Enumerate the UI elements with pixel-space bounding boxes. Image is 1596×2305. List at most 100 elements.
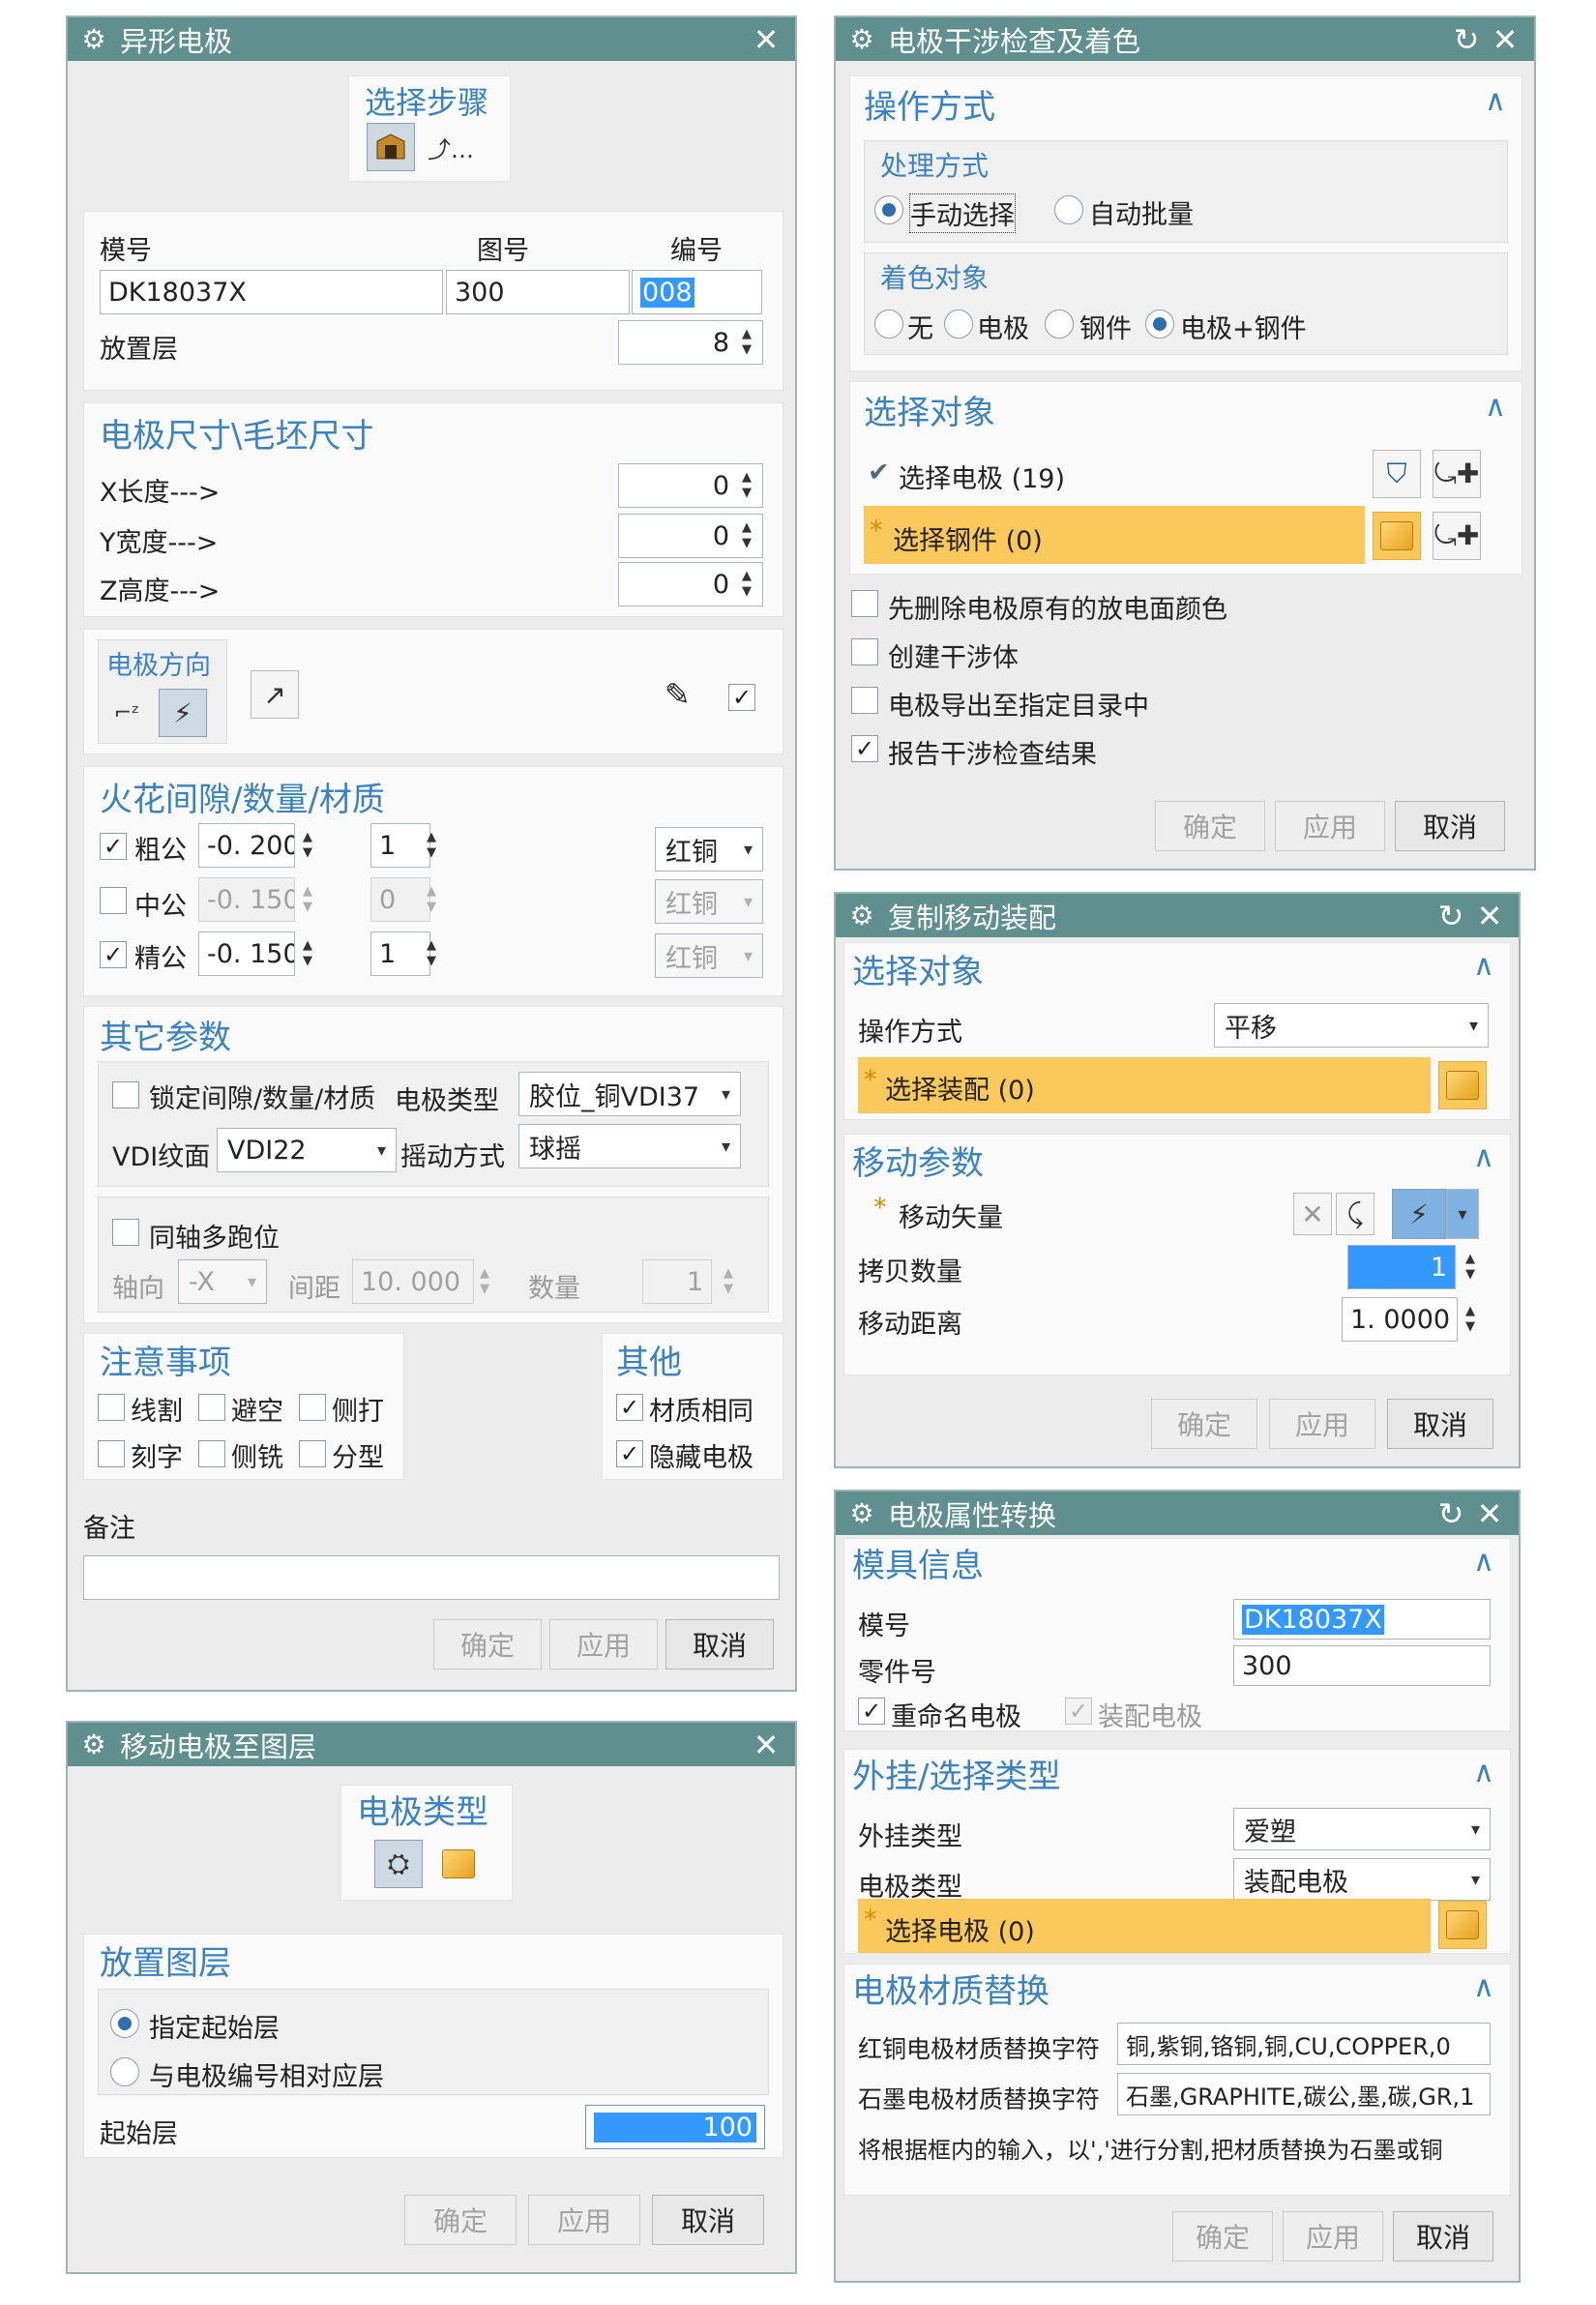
mold-field[interactable]: DK18037X [1233,1599,1491,1640]
ok-button[interactable]: 确定 [1172,2211,1273,2261]
asm-electrode-checkbox[interactable]: ✓ [1065,1698,1092,1725]
ok-button[interactable]: 确定 [1155,801,1265,851]
reset-icon[interactable]: ↻ [1432,1495,1470,1532]
csys-icon[interactable]: ⌐ᶻ [103,689,151,737]
delete-color-checkbox[interactable] [851,590,878,617]
note-engrave-checkbox[interactable] [98,1440,125,1467]
cancel-button[interactable]: 取消 [1395,801,1505,851]
electrode-type-dropdown[interactable]: 装配电极 ▾ [1233,1858,1491,1901]
apply-button[interactable]: 应用 [528,2195,640,2245]
fine-count-spinner[interactable]: ▲ ▼ [419,931,444,976]
distance-spinner[interactable]: ▲ ▼ [1458,1297,1483,1342]
fine-checkbox[interactable]: ✓ [100,941,127,968]
etype-dropdown[interactable]: 胶位_铜VDI37 ▾ [518,1072,741,1116]
apply-button[interactable]: 应用 [1283,2211,1383,2261]
number-field[interactable]: 008 [632,270,762,314]
ok-button[interactable]: 确定 [404,2195,517,2245]
assembly-select-icon[interactable] [1438,1061,1487,1109]
medium-checkbox[interactable] [100,887,127,914]
note-parting-checkbox[interactable] [299,1440,326,1467]
copies-field[interactable]: 1 [1347,1245,1456,1289]
note-side-mill-checkbox[interactable] [198,1440,225,1467]
electrode-select-icon[interactable] [1438,1901,1487,1949]
electrode-step-icon[interactable] [367,123,415,171]
collapse-icon[interactable]: ∧ [1473,1756,1494,1789]
report-checkbox[interactable]: ✓ [851,735,878,762]
color-both-radio[interactable] [1145,310,1174,339]
fine-gap-spinner[interactable]: ▲ ▼ [295,931,320,976]
fine-material-dropdown[interactable]: 红铜 ▾ [655,933,763,978]
qty-field[interactable]: 1 [642,1259,712,1304]
external-type-dropdown[interactable]: 爱塑 ▾ [1233,1808,1491,1850]
cancel-button[interactable]: 取消 [1387,1399,1493,1449]
add-electrode-icon[interactable]: ⤿✚ [1433,450,1481,498]
close-icon[interactable]: ✕ [1470,898,1509,934]
remark-field[interactable] [83,1555,780,1600]
collapse-icon[interactable]: ∧ [1473,1140,1494,1174]
rough-gap-field[interactable]: -0. 200( [198,823,295,868]
collapse-icon[interactable]: ∧ [1485,390,1506,424]
swing-dropdown[interactable]: 球摇 ▾ [518,1124,741,1168]
auto-radio[interactable] [1054,195,1083,224]
apply-button[interactable]: 应用 [549,1619,658,1670]
x-spinner[interactable]: ▲ ▼ [734,463,759,508]
y-spinner[interactable]: ▲ ▼ [734,514,759,558]
close-icon[interactable]: ✕ [1486,21,1524,58]
part-field[interactable]: 300 [1233,1645,1491,1686]
gear-icon[interactable]: ⚙ [77,1729,110,1760]
drawing-field[interactable]: 300 [446,270,630,314]
ok-button[interactable]: 确定 [1151,1399,1257,1449]
direction-checkbox[interactable]: ✓ [728,684,755,711]
pick-step-icon[interactable]: ⤴… [427,123,475,171]
add-steel-icon[interactable]: ⤿✚ [1433,512,1481,560]
axis-dropdown[interactable]: -X ▾ [178,1259,267,1304]
color-electrode-radio[interactable] [944,310,973,339]
electrode-select-icon[interactable]: ⛉ [1373,450,1421,498]
lock-checkbox[interactable] [112,1081,139,1108]
cancel-button[interactable]: 取消 [665,1619,774,1670]
edit-icon[interactable]: ✎ [665,676,691,713]
close-icon[interactable]: ✕ [747,1727,785,1763]
same-material-checkbox[interactable]: ✓ [616,1394,643,1421]
close-icon[interactable]: ✕ [1470,1495,1509,1532]
reverse-direction-icon[interactable]: ↗ [251,670,299,719]
layer-spinner[interactable]: ▲ ▼ [734,320,759,365]
ok-button[interactable]: 确定 [433,1619,542,1670]
z-spinner[interactable]: ▲ ▼ [734,562,759,606]
export-checkbox[interactable] [851,687,878,714]
note-wire-cut-checkbox[interactable] [98,1394,125,1421]
create-body-checkbox[interactable] [851,638,878,665]
steel-select-icon[interactable] [1373,512,1421,560]
start-layer-field[interactable]: 100 [585,2105,765,2149]
cancel-button[interactable]: 取消 [652,2195,764,2245]
assembly-type-icon[interactable] [434,1840,483,1888]
manual-radio[interactable] [874,195,903,224]
rough-count-spinner[interactable]: ▲ ▼ [419,823,444,868]
copies-spinner[interactable]: ▲ ▼ [1458,1245,1483,1289]
spacing-field[interactable]: 10. 000 [352,1259,474,1304]
hide-electrode-checkbox[interactable]: ✓ [616,1440,643,1467]
apply-button[interactable]: 应用 [1269,1399,1375,1449]
vector-direction-icon[interactable]: ⚡ [159,689,207,737]
reset-icon[interactable]: ↻ [1447,21,1486,58]
collapse-icon[interactable]: ∧ [1473,1970,1494,2004]
gear-icon[interactable]: ⚙ [845,23,878,55]
close-icon[interactable]: ✕ [747,21,785,58]
vector-dialog-icon[interactable]: ⚡ [1392,1189,1446,1239]
vector-dropdown-icon[interactable]: ▾ [1446,1189,1479,1239]
vector-off-icon[interactable]: ✕ [1293,1193,1332,1235]
rough-material-dropdown[interactable]: 红铜 ▾ [655,827,763,872]
collapse-icon[interactable]: ∧ [1485,84,1506,118]
note-side-hit-checkbox[interactable] [299,1394,326,1421]
collapse-icon[interactable]: ∧ [1473,1545,1494,1579]
copper-replace-field[interactable]: 铜,紫铜,铬铜,铜,CU,COPPER,0 [1117,2023,1491,2065]
medium-material-dropdown[interactable]: 红铜 ▾ [655,879,763,924]
electrode-type-icon[interactable]: ⛭ [374,1840,423,1888]
cancel-button[interactable]: 取消 [1393,2211,1493,2261]
gear-icon[interactable]: ⚙ [845,1497,878,1529]
qty-spinner[interactable]: ▲ ▼ [716,1259,741,1304]
graphite-replace-field[interactable]: 石墨,GRAPHITE,碳公,墨,碳,GR,1 [1117,2073,1491,2115]
rename-checkbox[interactable]: ✓ [858,1698,885,1725]
color-steel-radio[interactable] [1045,310,1074,339]
medium-count-spinner[interactable]: ▲ ▼ [419,877,444,922]
